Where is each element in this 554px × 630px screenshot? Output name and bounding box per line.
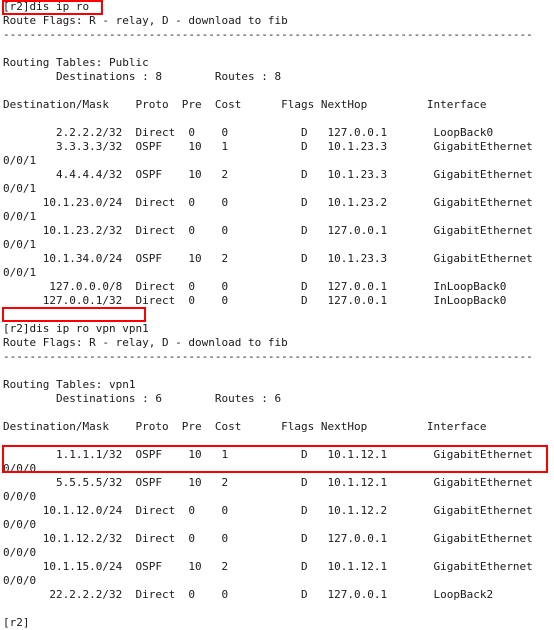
column-header-1: Destination/Mask Proto Pre Cost Flags Ne… <box>3 98 487 111</box>
command-line-2: [r2]dis ip ro vpn vpn1 <box>3 322 149 335</box>
table-row-highlighted: 5.5.5.5/32 OSPF 10 2 D 10.1.12.1 Gigabit… <box>3 476 533 489</box>
table-row: 10.1.12.2/32 Direct 0 0 D 127.0.0.1 Giga… <box>3 532 533 545</box>
terminal-output: [r2]dis ip ro Route Flags: R - relay, D … <box>0 0 554 629</box>
table-row: 10.1.12.0/24 Direct 0 0 D 10.1.12.2 Giga… <box>3 504 533 517</box>
table-row-wrap: 0/0/1 <box>3 238 37 251</box>
routing-tables-label-1: Routing Tables: Public <box>3 56 149 69</box>
table-row-wrap: 0/0/1 <box>3 154 37 167</box>
table-row-wrap: 0/0/1 <box>3 266 37 279</box>
route-flags-legend-2: Route Flags: R - relay, D - download to … <box>3 336 288 349</box>
command-line-1: [r2]dis ip ro <box>3 0 90 13</box>
table-row: 1.1.1.1/32 OSPF 10 1 D 10.1.12.1 Gigabit… <box>3 448 533 461</box>
table-row: 10.1.34.0/24 OSPF 10 2 D 10.1.23.3 Gigab… <box>3 252 533 265</box>
summary-line-1: Destinations : 8 Routes : 8 <box>3 70 282 83</box>
table-row: 127.0.0.0/8 Direct 0 0 D 127.0.0.1 InLoo… <box>3 280 507 293</box>
table-row-wrap: 0/0/1 <box>3 182 37 195</box>
table-row-wrap: 0/0/0 <box>3 490 37 503</box>
table-row: 2.2.2.2/32 Direct 0 0 D 127.0.0.1 LoopBa… <box>3 126 494 139</box>
routing-tables-label-2: Routing Tables: vpn1 <box>3 378 136 391</box>
table-row-wrap: 0/0/0 <box>3 462 37 475</box>
table-row: 4.4.4.4/32 OSPF 10 2 D 10.1.23.3 Gigabit… <box>3 168 533 181</box>
route-flags-legend-1: Route Flags: R - relay, D - download to … <box>3 14 288 27</box>
table-row: 22.2.2.2/32 Direct 0 0 D 127.0.0.1 LoopB… <box>3 588 494 601</box>
table-row-wrap: 0/0/0 <box>3 574 37 587</box>
table-row-wrap: 0/0/0 <box>3 546 37 559</box>
separator-2: ----------------------------------------… <box>3 350 533 363</box>
table-row-wrap: 0/0/1 <box>3 210 37 223</box>
table-row: 10.1.15.0/24 OSPF 10 2 D 10.1.12.1 Gigab… <box>3 560 533 573</box>
summary-line-2: Destinations : 6 Routes : 6 <box>3 392 282 405</box>
column-header-2: Destination/Mask Proto Pre Cost Flags Ne… <box>3 420 487 433</box>
separator-1: ----------------------------------------… <box>3 28 533 41</box>
table-row: 10.1.23.2/32 Direct 0 0 D 127.0.0.1 Giga… <box>3 224 533 237</box>
table-row: 3.3.3.3/32 OSPF 10 1 D 10.1.23.3 Gigabit… <box>3 140 533 153</box>
final-prompt[interactable]: [r2] <box>0 616 554 630</box>
table-row: 127.0.0.1/32 Direct 0 0 D 127.0.0.1 InLo… <box>3 294 507 307</box>
table-row: 10.1.23.0/24 Direct 0 0 D 10.1.23.2 Giga… <box>3 196 533 209</box>
table-row-wrap: 0/0/0 <box>3 518 37 531</box>
